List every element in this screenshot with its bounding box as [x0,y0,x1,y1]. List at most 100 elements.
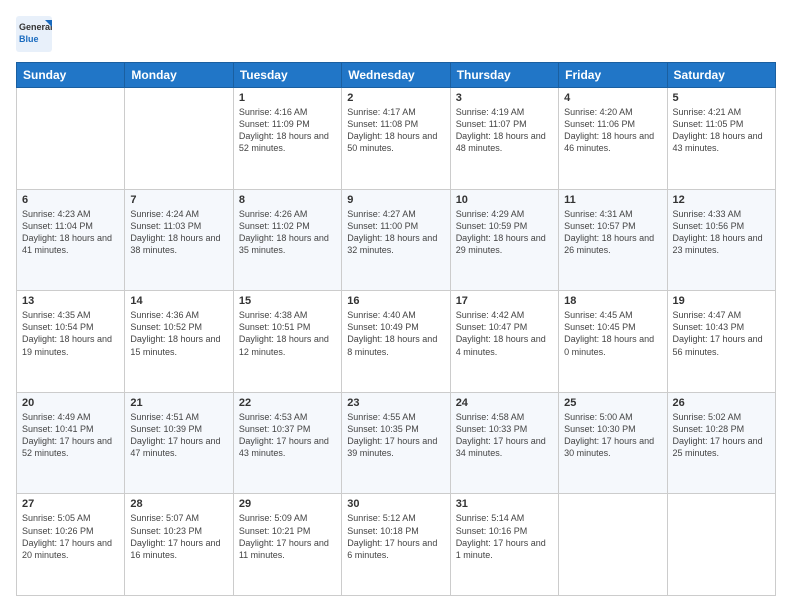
calendar-cell: 14 Sunrise: 4:36 AM Sunset: 10:52 PM Dayl… [125,291,233,393]
calendar-cell: 7 Sunrise: 4:24 AM Sunset: 11:03 PM Dayli… [125,189,233,291]
calendar-cell: 6Sunrise: 4:23 AM Sunset: 11:04 PM Dayli… [17,189,125,291]
day-number: 17 [456,295,553,307]
weekday-header-friday: Friday [559,63,667,88]
weekday-header-monday: Monday [125,63,233,88]
day-info: Sunrise: 4:47 AM Sunset: 10:43 PM Daylig… [673,309,770,358]
day-info: Sunrise: 4:55 AM Sunset: 10:35 PM Daylig… [347,411,444,460]
day-info: Sunrise: 5:12 AM Sunset: 10:18 PM Daylig… [347,512,444,561]
calendar-cell: 30 Sunrise: 5:12 AM Sunset: 10:18 PM Dayl… [342,494,450,596]
calendar-cell [559,494,667,596]
calendar-cell [17,88,125,190]
day-number: 30 [347,498,444,510]
calendar-cell: 9 Sunrise: 4:27 AM Sunset: 11:00 PM Dayli… [342,189,450,291]
day-number: 11 [564,194,661,206]
day-info: Sunrise: 5:14 AM Sunset: 10:16 PM Daylig… [456,512,553,561]
day-number: 5 [673,92,770,104]
day-number: 26 [673,397,770,409]
day-number: 1 [239,92,336,104]
day-info: Sunrise: 4:16 AM Sunset: 11:09 PM Daylig… [239,106,336,155]
day-number: 4 [564,92,661,104]
day-number: 10 [456,194,553,206]
day-info: Sunrise: 4:27 AM Sunset: 11:00 PM Daylig… [347,208,444,257]
calendar-cell: 16Sunrise: 4:40 AM Sunset: 10:49 PM Dayl… [342,291,450,393]
day-info: Sunrise: 4:21 AM Sunset: 11:05 PM Daylig… [673,106,770,155]
calendar-cell: 31 Sunrise: 5:14 AM Sunset: 10:16 PM Dayl… [450,494,558,596]
weekday-header-sunday: Sunday [17,63,125,88]
weekday-header-thursday: Thursday [450,63,558,88]
svg-text:Blue: Blue [19,34,39,44]
day-number: 31 [456,498,553,510]
weekday-header-saturday: Saturday [667,63,775,88]
day-info: Sunrise: 4:49 AM Sunset: 10:41 PM Daylig… [22,411,119,460]
calendar-cell: 8Sunrise: 4:26 AM Sunset: 11:02 PM Dayli… [233,189,341,291]
calendar-cell: 11 Sunrise: 4:31 AM Sunset: 10:57 PM Dayl… [559,189,667,291]
day-number: 14 [130,295,227,307]
day-info: Sunrise: 5:09 AM Sunset: 10:21 PM Daylig… [239,512,336,561]
svg-text:General: General [19,22,52,32]
day-info: Sunrise: 5:05 AM Sunset: 10:26 PM Daylig… [22,512,119,561]
calendar-cell: 2 Sunrise: 4:17 AM Sunset: 11:08 PM Dayli… [342,88,450,190]
calendar-table: SundayMondayTuesdayWednesdayThursdayFrid… [16,62,776,596]
day-info: Sunrise: 4:35 AM Sunset: 10:54 PM Daylig… [22,309,119,358]
day-number: 8 [239,194,336,206]
weekday-header-row: SundayMondayTuesdayWednesdayThursdayFrid… [17,63,776,88]
day-number: 7 [130,194,227,206]
page-header: General Blue [16,16,776,52]
calendar-cell: 15 Sunrise: 4:38 AM Sunset: 10:51 PM Dayl… [233,291,341,393]
calendar-cell: 29 Sunrise: 5:09 AM Sunset: 10:21 PM Dayl… [233,494,341,596]
day-info: Sunrise: 4:24 AM Sunset: 11:03 PM Daylig… [130,208,227,257]
day-info: Sunrise: 5:00 AM Sunset: 10:30 PM Daylig… [564,411,661,460]
calendar-cell: 10 Sunrise: 4:29 AM Sunset: 10:59 PM Dayl… [450,189,558,291]
day-info: Sunrise: 4:33 AM Sunset: 10:56 PM Daylig… [673,208,770,257]
calendar-cell: 17Sunrise: 4:42 AM Sunset: 10:47 PM Dayl… [450,291,558,393]
calendar-week-row: 13 Sunrise: 4:35 AM Sunset: 10:54 PM Dayl… [17,291,776,393]
day-info: Sunrise: 4:51 AM Sunset: 10:39 PM Daylig… [130,411,227,460]
day-number: 21 [130,397,227,409]
calendar-cell: 23 Sunrise: 4:55 AM Sunset: 10:35 PM Dayl… [342,392,450,494]
calendar-cell: 5 Sunrise: 4:21 AM Sunset: 11:05 PM Dayli… [667,88,775,190]
calendar-cell: 22Sunrise: 4:53 AM Sunset: 10:37 PM Dayl… [233,392,341,494]
day-info: Sunrise: 4:17 AM Sunset: 11:08 PM Daylig… [347,106,444,155]
day-number: 29 [239,498,336,510]
day-number: 9 [347,194,444,206]
day-number: 2 [347,92,444,104]
day-number: 12 [673,194,770,206]
calendar-cell: 27 Sunrise: 5:05 AM Sunset: 10:26 PM Dayl… [17,494,125,596]
day-info: Sunrise: 4:45 AM Sunset: 10:45 PM Daylig… [564,309,661,358]
day-info: Sunrise: 4:58 AM Sunset: 10:33 PM Daylig… [456,411,553,460]
calendar-cell: 13 Sunrise: 4:35 AM Sunset: 10:54 PM Dayl… [17,291,125,393]
day-info: Sunrise: 4:36 AM Sunset: 10:52 PM Daylig… [130,309,227,358]
calendar-week-row: 1 Sunrise: 4:16 AM Sunset: 11:09 PM Dayli… [17,88,776,190]
day-info: Sunrise: 4:31 AM Sunset: 10:57 PM Daylig… [564,208,661,257]
calendar-cell: 3 Sunrise: 4:19 AM Sunset: 11:07 PM Dayli… [450,88,558,190]
day-number: 27 [22,498,119,510]
calendar-week-row: 20 Sunrise: 4:49 AM Sunset: 10:41 PM Dayl… [17,392,776,494]
logo: General Blue [16,16,52,52]
day-info: Sunrise: 4:53 AM Sunset: 10:37 PM Daylig… [239,411,336,460]
day-number: 20 [22,397,119,409]
calendar-week-row: 27 Sunrise: 5:05 AM Sunset: 10:26 PM Dayl… [17,494,776,596]
day-info: Sunrise: 5:07 AM Sunset: 10:23 PM Daylig… [130,512,227,561]
day-number: 25 [564,397,661,409]
weekday-header-tuesday: Tuesday [233,63,341,88]
calendar-cell: 19Sunrise: 4:47 AM Sunset: 10:43 PM Dayl… [667,291,775,393]
calendar-cell: 26 Sunrise: 5:02 AM Sunset: 10:28 PM Dayl… [667,392,775,494]
weekday-header-wednesday: Wednesday [342,63,450,88]
calendar-cell: 1 Sunrise: 4:16 AM Sunset: 11:09 PM Dayli… [233,88,341,190]
calendar-cell: 24 Sunrise: 4:58 AM Sunset: 10:33 PM Dayl… [450,392,558,494]
day-number: 18 [564,295,661,307]
day-info: Sunrise: 4:23 AM Sunset: 11:04 PM Daylig… [22,208,119,257]
day-info: Sunrise: 4:19 AM Sunset: 11:07 PM Daylig… [456,106,553,155]
day-info: Sunrise: 4:29 AM Sunset: 10:59 PM Daylig… [456,208,553,257]
day-number: 24 [456,397,553,409]
calendar-cell [667,494,775,596]
day-info: Sunrise: 4:20 AM Sunset: 11:06 PM Daylig… [564,106,661,155]
day-number: 13 [22,295,119,307]
calendar-cell: 20 Sunrise: 4:49 AM Sunset: 10:41 PM Dayl… [17,392,125,494]
day-info: Sunrise: 5:02 AM Sunset: 10:28 PM Daylig… [673,411,770,460]
logo-svg-icon: General Blue [16,16,52,52]
day-number: 23 [347,397,444,409]
day-number: 15 [239,295,336,307]
day-info: Sunrise: 4:38 AM Sunset: 10:51 PM Daylig… [239,309,336,358]
day-number: 3 [456,92,553,104]
